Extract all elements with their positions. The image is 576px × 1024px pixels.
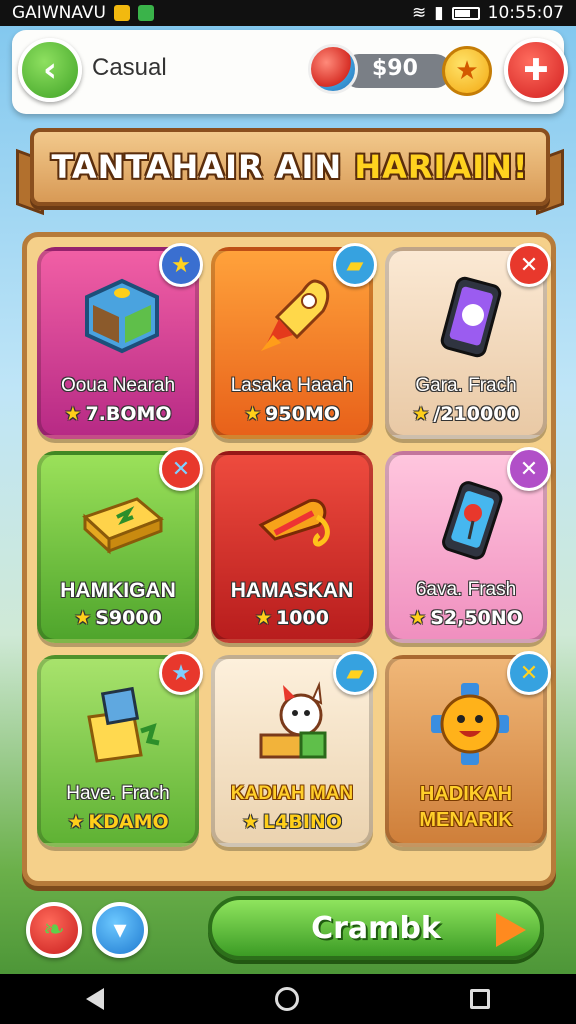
reward-card[interactable]: ✕ 6ava. Frash ★ S2,50NO <box>385 447 551 643</box>
star-icon: ★ <box>64 403 82 425</box>
star-icon: ★ <box>74 607 92 629</box>
cube-icon <box>79 273 165 359</box>
card-name: HAMKIGAN <box>60 579 176 602</box>
reward-card[interactable]: ★ Ooua Nearah ★ 7.BOMO <box>37 243 203 439</box>
card-name: HAMASKAN <box>230 579 354 602</box>
card-price-value: /210000 <box>433 403 520 425</box>
close-badge-icon[interactable]: ✕ <box>507 651 551 695</box>
carrier-label: GAIWNAVU <box>12 3 106 23</box>
star-badge-icon[interactable]: ★ <box>159 651 203 695</box>
star-icon: ★ <box>67 811 85 833</box>
chest-icon <box>79 477 165 563</box>
play-arrow-icon <box>496 913 526 947</box>
play-button[interactable]: Crambk <box>208 896 544 960</box>
leaf-icon: ❧ <box>43 915 65 945</box>
reward-board: ★ Ooua Nearah ★ 7.BOMO ▰ Lasaka Haaah ★ 95… <box>22 232 556 886</box>
card-name: 6ava. Frash <box>415 579 517 600</box>
box-icon <box>79 681 165 767</box>
reward-card[interactable]: ✕ Gara. Frach ★/210000 <box>385 243 551 439</box>
leaf-button[interactable]: ❧ <box>26 902 82 958</box>
star-icon: ★ <box>244 403 262 425</box>
card-price-value: S9000 <box>95 607 162 629</box>
back-triangle-icon[interactable] <box>85 988 104 1010</box>
play-button-label: Crambk <box>311 910 441 946</box>
banner-title-highlight: HARIAIN! <box>354 148 529 186</box>
star-icon: ★ <box>409 607 427 629</box>
recent-apps-icon[interactable] <box>470 989 491 1009</box>
card-price: ★ 950MO <box>215 403 369 425</box>
card-price-value: 7.BOMO <box>85 403 172 425</box>
puzzle-icon: ✚ <box>523 52 549 88</box>
card-price-value: KDAMO <box>88 811 169 833</box>
battery-icon <box>451 6 480 20</box>
card-price-value: 950MO <box>265 403 340 425</box>
card-price: ★ KDAMO <box>41 811 195 833</box>
phone-icon <box>427 273 513 359</box>
phone-icon <box>427 477 513 563</box>
top-bar: ‹ Casual $90 ★ ✚ <box>12 30 568 114</box>
notification-icon <box>113 5 130 21</box>
card-name: Have. Frach <box>66 783 170 804</box>
ticket-badge-icon[interactable]: ▰ <box>333 243 377 287</box>
cup-icon: ▾ <box>113 915 127 945</box>
card-name: HADIKAH MENARIK <box>419 783 513 831</box>
system-nav-bar <box>0 974 576 1024</box>
card-price-value: L4BINO <box>263 811 342 833</box>
status-bar: GAIWNAVU ≋ ▮ 10:55:07 <box>0 0 576 26</box>
close-badge-icon[interactable]: ✕ <box>159 447 203 491</box>
card-name: Gara. Frach <box>415 375 517 396</box>
reward-card[interactable]: ✕ HAMKIGAN ★ S9000 <box>37 447 203 643</box>
star-icon: ★ <box>242 811 260 833</box>
ticket-badge-icon[interactable]: ▰ <box>333 651 377 695</box>
coin-amount: $90 <box>372 56 418 81</box>
card-price: ★ 7.BOMO <box>41 403 195 425</box>
card-name: Ooua Nearah <box>60 375 176 396</box>
home-circle-icon[interactable] <box>274 987 299 1011</box>
reward-card[interactable]: ▰ KADIAH MAN ★ L4BINO <box>211 651 377 847</box>
back-button[interactable]: ‹ <box>18 38 82 102</box>
banner-title-main: TANTAHAIR AIN <box>51 148 355 186</box>
app-notification-icon <box>137 5 154 21</box>
star-coin-icon[interactable]: ★ <box>442 46 492 96</box>
wifi-icon: ≋ <box>412 3 427 23</box>
mode-label: Casual <box>92 54 167 81</box>
card-name: Lasaka Haaah <box>230 375 354 396</box>
reward-card[interactable]: ★ Have. Frach ★ KDAMO <box>37 651 203 847</box>
card-price: ★/210000 <box>389 403 543 425</box>
star-badge-icon[interactable]: ★ <box>159 243 203 287</box>
clock: 10:55:07 <box>487 3 564 23</box>
puzzle-menu-button[interactable]: ✚ <box>504 38 568 102</box>
card-price: ★ S2,50NO <box>389 607 543 629</box>
card-price-value: 1000 <box>276 607 329 629</box>
signal-icon: ▮ <box>434 3 444 23</box>
star-icon: ★ <box>412 403 430 425</box>
card-price: ★ 1000 <box>215 607 369 629</box>
close-badge-icon[interactable]: ✕ <box>507 243 551 287</box>
card-price: ★ L4BINO <box>215 811 369 833</box>
reward-card[interactable]: ✕ HADIKAH MENARIK <box>385 651 551 847</box>
reward-card[interactable]: ▰ Lasaka Haaah ★ 950MO <box>211 243 377 439</box>
sun-icon <box>427 681 513 767</box>
globe-icon <box>308 44 358 94</box>
title-banner: TANTAHAIR AIN HARIAIN! <box>30 128 550 206</box>
close-badge-icon[interactable]: ✕ <box>507 447 551 491</box>
card-price-value: S2,50NO <box>430 607 523 629</box>
cup-button[interactable]: ▾ <box>92 902 148 958</box>
chevron-left-icon: ‹ <box>42 50 57 90</box>
cat-icon <box>253 681 339 767</box>
rocket-icon <box>253 273 339 359</box>
card-name: KADIAH MAN <box>230 783 354 804</box>
card-price: ★ S9000 <box>41 607 195 629</box>
banner-title: TANTAHAIR AIN HARIAIN! <box>52 148 529 186</box>
star-icon: ★ <box>255 607 273 629</box>
reward-card[interactable]: HAMASKAN ★ 1000 <box>211 451 373 643</box>
candy-icon <box>253 477 339 563</box>
